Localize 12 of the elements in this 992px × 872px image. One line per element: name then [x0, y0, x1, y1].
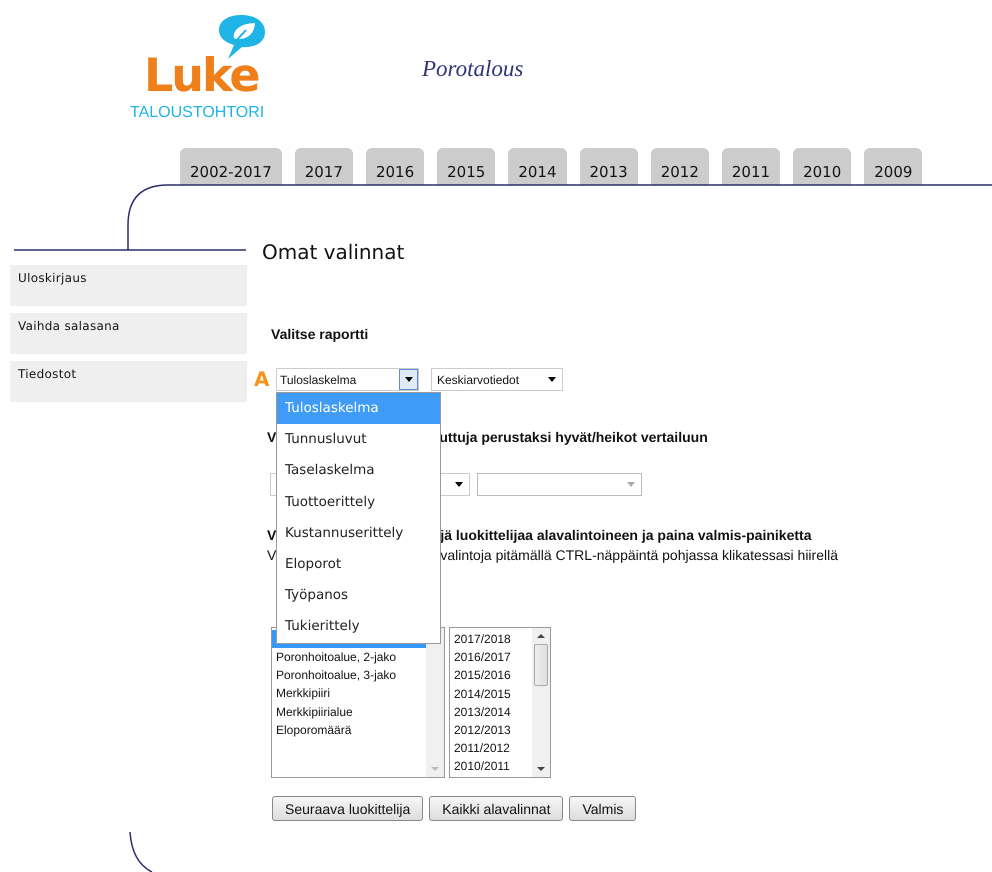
instruction-text: jä luokittelijaa alavalintoineen ja paina valmis-painiketta: [440, 527, 812, 545]
comparison-label-start: V: [267, 429, 276, 447]
hint-start: V: [267, 547, 276, 565]
marker-letter: A: [254, 367, 270, 391]
page-title: Omat valinnat: [262, 240, 406, 264]
logo-wordmark: Luke: [144, 52, 259, 98]
logo-subtitle: TALOUSTOHTORI: [130, 104, 264, 122]
report-label: Valitse raportti: [271, 326, 368, 344]
comparison-label: uttuja perustaksi hyvät/heikot vertailuun: [439, 429, 708, 447]
instruction-start: V: [267, 527, 276, 545]
app-title: Porotalous: [422, 56, 524, 82]
hint-text: valintoja pitämällä CTRL-näppäintä pohjassa klikatessasi hiirellä: [440, 547, 838, 565]
